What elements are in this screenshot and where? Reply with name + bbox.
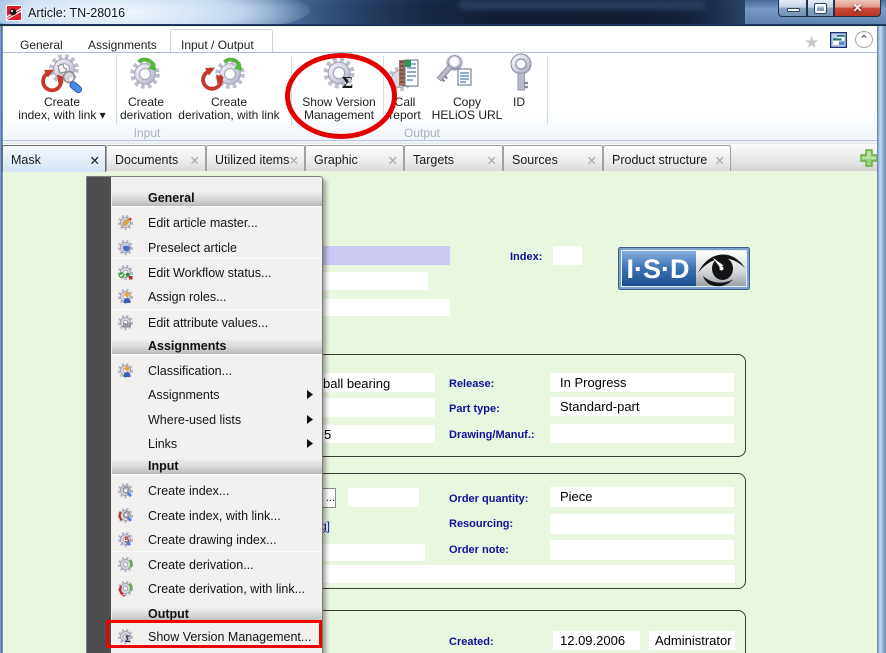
svg-text:ab: ab bbox=[123, 322, 131, 329]
svg-text:I·S·D: I·S·D bbox=[627, 254, 690, 284]
